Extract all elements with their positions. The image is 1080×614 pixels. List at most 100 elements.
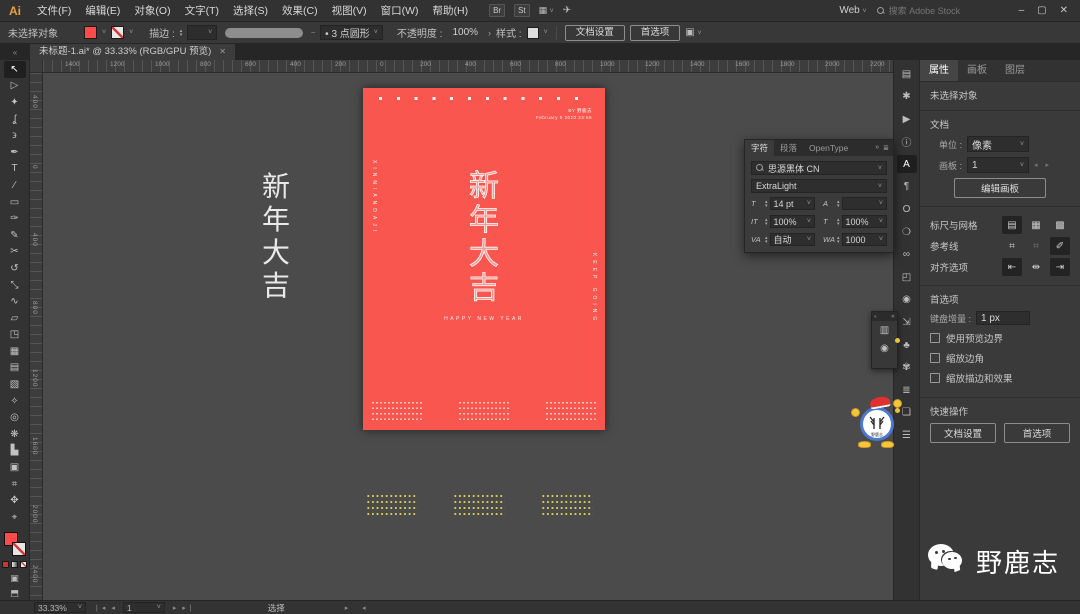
tool-eyedropper[interactable]: ✧ [4,393,26,410]
artboard-poster[interactable]: BY 野鹿志 February 5 2020 23:59 XINNIANDAJI… [363,88,605,430]
horizontal-scale-stepper[interactable]: ▴ ▾ [837,217,840,226]
tab-layers[interactable]: 图层 [996,60,1034,81]
opentype-panel-icon[interactable]: O [897,201,917,219]
float-panel-icon-1[interactable]: ▥ [872,321,897,339]
tool-lasso[interactable]: ʆ [4,111,26,128]
close-button[interactable]: ✕ [1060,5,1068,16]
show-rulers-icon[interactable]: ▤ [1002,216,1022,234]
tool-shape-builder[interactable]: ◳ [4,327,26,344]
artboard-dropdown[interactable]: 1 ˅ [967,157,1029,173]
links-panel-icon[interactable]: ∞ [897,246,917,264]
opacity-chevron[interactable]: › [488,28,491,38]
tool-symbol-sprayer[interactable]: ❋ [4,426,26,443]
quick-document-setup-button[interactable]: 文档设置 [930,423,996,443]
tool-width[interactable]: ∿ [4,293,26,310]
snap-to-grid-icon[interactable]: ⇹ [1026,258,1046,276]
style-swatch[interactable] [526,26,539,39]
canvas-area[interactable]: 1400 1200 1000 800 600 400 200 0 200 400… [30,60,902,600]
tool-perspective-grid[interactable]: ▦ [4,343,26,360]
document-setup-button[interactable]: 文档设置 [564,24,625,41]
kerning-stepper[interactable]: ▴ ▾ [765,235,768,244]
tracking-stepper[interactable]: ▴ ▾ [837,235,840,244]
tracking-value[interactable]: 1000 ˅ [841,233,887,246]
menu-type[interactable]: 文字(T) [178,0,226,22]
tab-character[interactable]: 字符 [745,140,775,156]
minimize-button[interactable]: – [1019,5,1025,16]
symbols-panel-icon[interactable]: ♣ [894,336,917,354]
tab-opentype[interactable]: OpenType [803,140,854,156]
scale-strokes-effects-checkbox[interactable]: 缩放描边和效果 [930,371,1070,385]
brushes-panel-icon[interactable]: ✾ [897,359,917,377]
gradient-mode-button[interactable] [11,560,18,568]
tab-artboards[interactable]: 画板 [958,60,996,81]
checkbox-icon[interactable] [930,373,940,383]
horizontal-ruler[interactable]: 1400 1200 1000 800 600 400 200 0 200 400… [43,60,893,73]
stroke-weight-dropdown[interactable]: ˅ [187,25,218,40]
show-guides-icon[interactable]: ⌗ [1002,237,1022,255]
artboard-navigation-dropdown[interactable]: 1 ˅ [122,602,165,613]
tool-blend[interactable]: ◎ [4,409,26,426]
workspace-switcher[interactable]: Web ˅ [839,5,866,16]
tool-paintbrush[interactable]: ✑ [4,210,26,227]
font-family-field[interactable]: 思源黑体 CN ˅ [751,161,887,175]
tab-properties[interactable]: 属性 [920,60,958,81]
stroke-weight-stepper[interactable]: ▴ ▾ [180,28,183,37]
pasteboard-yellow-text-block[interactable] [541,493,593,518]
pasteboard-title-text[interactable]: 新 年 大 吉 [262,170,290,302]
info-panel-icon[interactable]: ⓘ [897,133,917,151]
menu-effect[interactable]: 效果(C) [275,0,325,22]
ruler-origin-corner[interactable] [30,60,43,73]
menu-select[interactable]: 选择(S) [226,0,275,22]
search-input[interactable] [888,5,989,16]
stock-icon[interactable]: St [514,4,530,17]
actions-panel-icon[interactable]: ✱ [897,88,917,106]
lock-guides-icon[interactable]: ⌗ [1026,237,1046,255]
paragraph-panel-icon[interactable]: ¶ [897,178,917,196]
vertical-ruler[interactable]: 400 0 400 800 1200 1600 2000 2400 [30,73,43,600]
font-style-field[interactable]: ExtraLight ˅ [751,179,887,193]
stroke-none-swatch[interactable] [11,541,26,556]
export-panel-icon[interactable]: ⇲ [897,314,917,332]
status-scroll-icons[interactable]: ▸ ◂ [345,604,372,612]
tool-slice[interactable]: ⌗ [4,476,26,493]
tool-column-graph[interactable]: ▙ [4,443,26,460]
cc-libraries-panel-icon[interactable]: ❍ [897,223,917,241]
checkbox-icon[interactable] [930,333,940,343]
transparency-grid-icon[interactable]: ▩ [1050,216,1070,234]
isolate-selection-icon[interactable]: ▣ ˅ [685,27,701,38]
vertical-scale-stepper[interactable]: ▴ ▾ [765,217,768,226]
menu-file[interactable]: 文件(F) [30,0,78,22]
document-tab[interactable]: 未标题-1.ai* @ 33.33% (RGB/GPU 预览) ✕ [30,44,235,60]
menu-help[interactable]: 帮助(H) [426,0,476,22]
tool-scale[interactable]: ⤡ [4,277,26,294]
bridge-icon[interactable]: Br [489,4,506,17]
edit-guides-icon[interactable]: ✐ [1050,237,1070,255]
vertical-scale-value[interactable]: 100% ˅ [769,215,815,228]
drawing-mode-icon[interactable]: ▣ [10,573,19,584]
stroke-color-swatch[interactable] [111,26,125,39]
screen-mode-icon[interactable]: ⬒ [10,588,19,599]
leading-stepper[interactable]: ▴ ▾ [837,199,840,208]
color-mode-button[interactable] [2,560,9,568]
preview-bounds-checkbox[interactable]: 使用预览边界 [930,331,1070,345]
stock-search[interactable] [876,5,1005,16]
edit-artboards-button[interactable]: 编辑画板 [954,178,1046,198]
tool-artboard[interactable]: ▣ [4,459,26,476]
font-size-value[interactable]: 14 pt ˅ [769,197,815,210]
share-icon[interactable]: ✈ [563,5,571,16]
checkbox-icon[interactable] [930,353,940,363]
float-close-icon[interactable]: ✕ [891,314,895,320]
tool-magic-wand[interactable]: ✦ [4,94,26,111]
tool-line[interactable]: ∕ [4,177,26,194]
tab-paragraph[interactable]: 段落 [774,140,803,156]
tab-close-icon[interactable]: ✕ [219,44,226,60]
tool-selection[interactable]: ↖ [3,61,26,78]
tool-direct-selection[interactable]: ▷ [4,78,26,95]
tool-curvature[interactable]: ϶ [4,127,26,144]
none-mode-button[interactable] [20,560,27,568]
leading-value[interactable]: ˅ [841,197,887,210]
opacity-value[interactable]: 100% [447,25,483,40]
horizontal-scale-value[interactable]: 100% ˅ [841,215,887,228]
tool-free-transform[interactable]: ▱ [4,310,26,327]
kerning-value[interactable]: 自动 ˅ [769,233,815,246]
